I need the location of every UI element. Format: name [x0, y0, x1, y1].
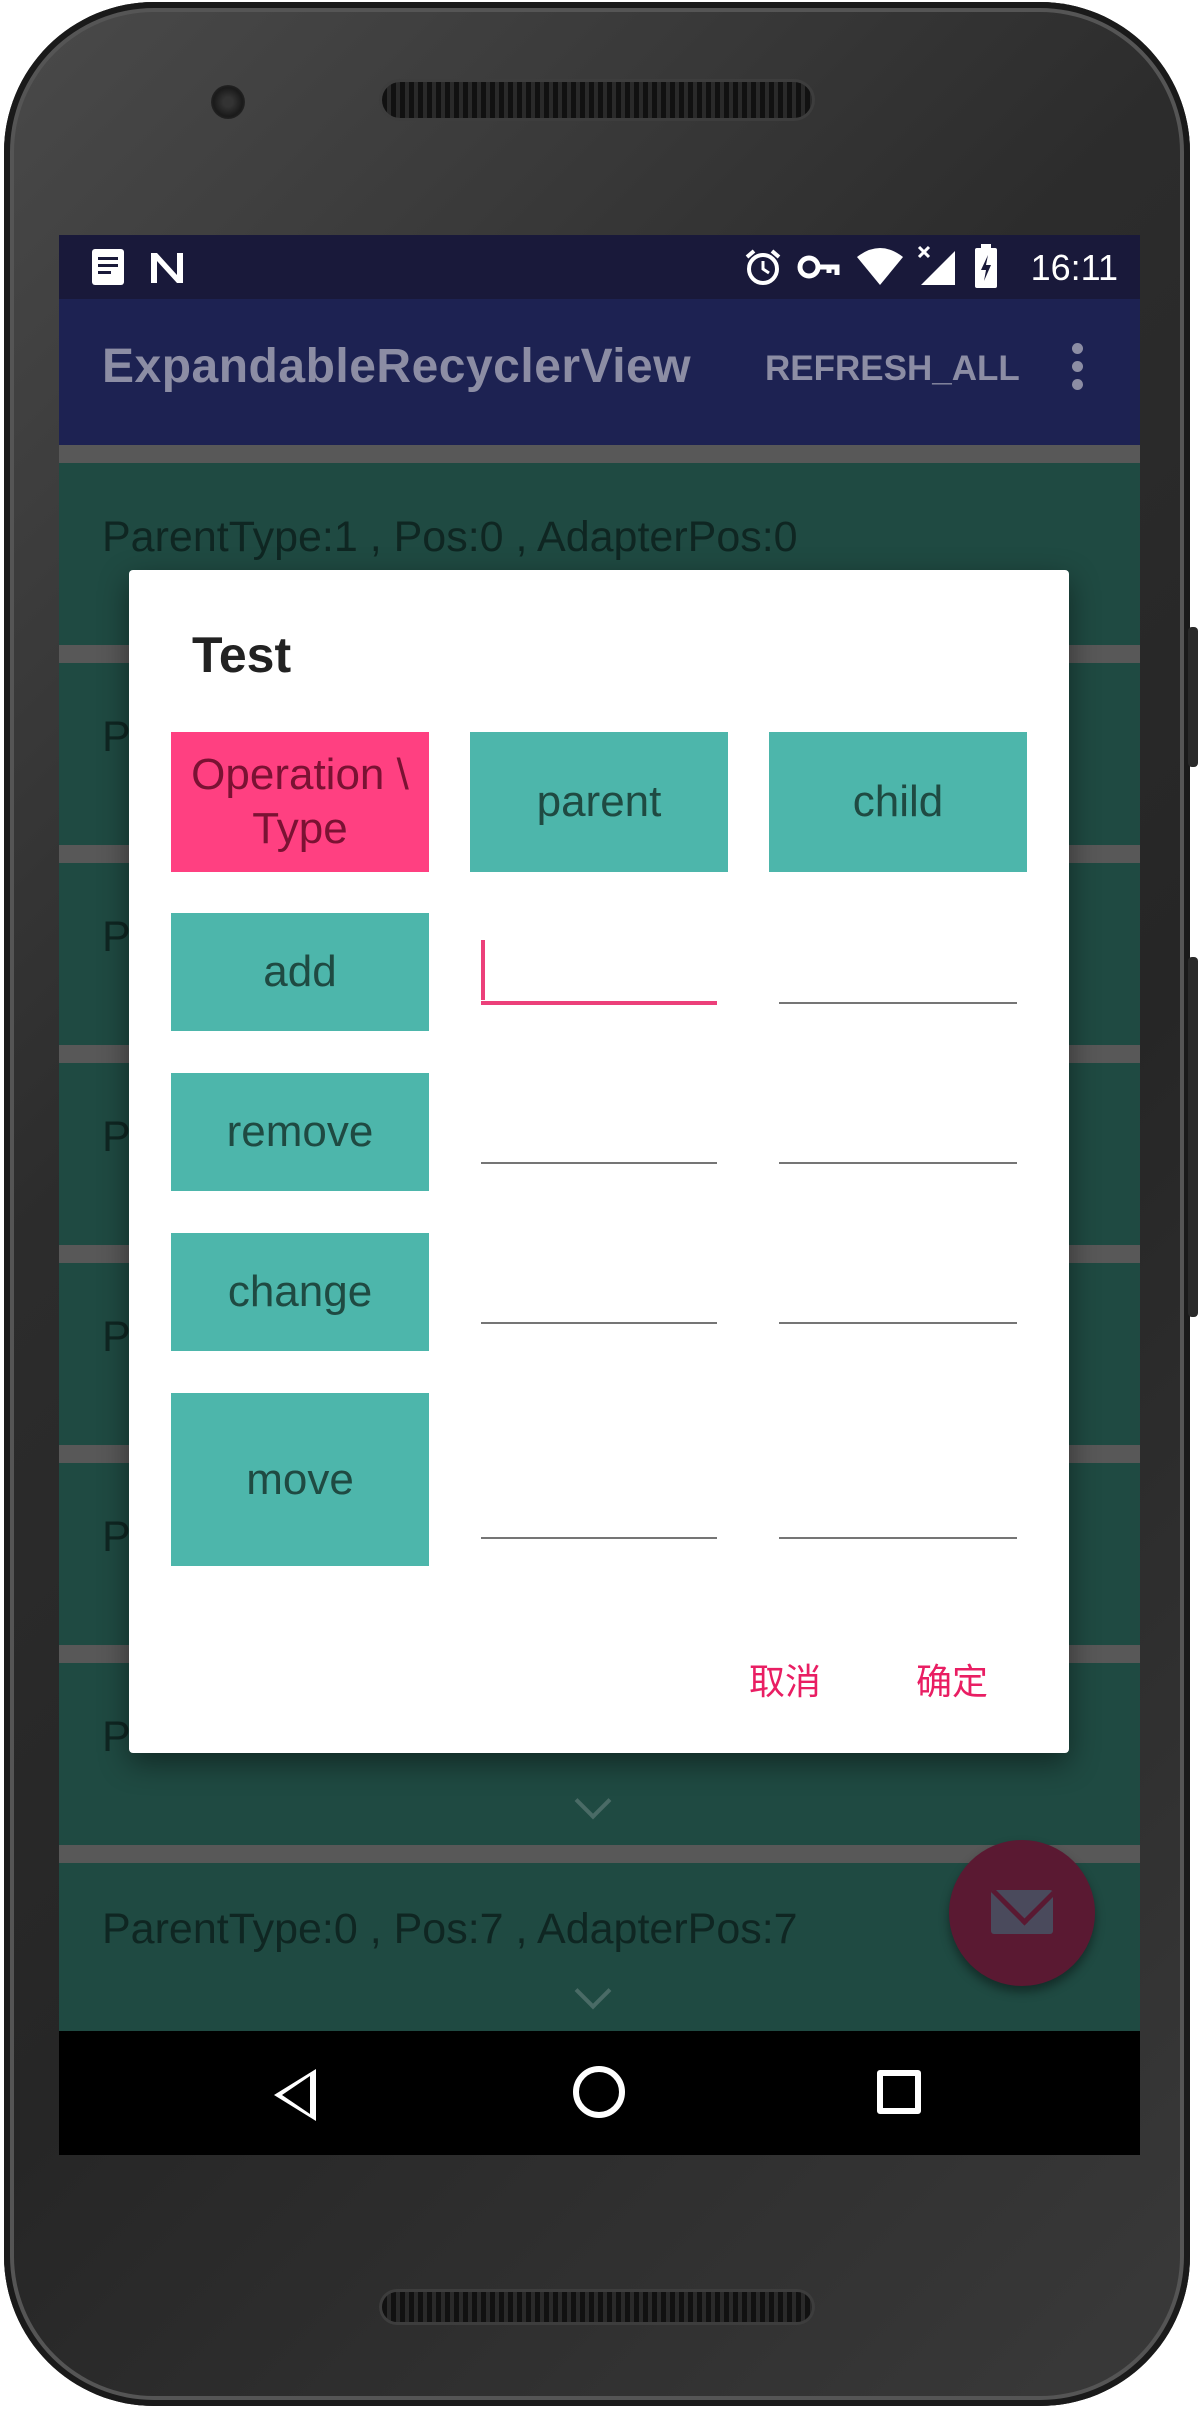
test-dialog: Test Operation \ Type parent child add r…: [129, 570, 1069, 1753]
change-parent-field[interactable]: [481, 1322, 717, 1324]
remove-parent-field[interactable]: [481, 1162, 717, 1164]
move-button[interactable]: move: [171, 1393, 429, 1566]
top-speaker: [382, 82, 812, 118]
screen: 16:11 ExpandableRecyclerView REFRESH_ALL…: [59, 235, 1140, 2155]
remove-button[interactable]: remove: [171, 1073, 429, 1191]
change-child-field[interactable]: [779, 1322, 1017, 1324]
change-button[interactable]: change: [171, 1233, 429, 1351]
remove-child-field[interactable]: [779, 1162, 1017, 1164]
cancel-button[interactable]: 取消: [749, 1653, 821, 1705]
phone-frame: 16:11 ExpandableRecyclerView REFRESH_ALL…: [4, 2, 1198, 2406]
power-button: [1188, 627, 1198, 767]
move-parent-field[interactable]: [481, 1537, 717, 1539]
volume-rocker: [1188, 957, 1198, 1317]
parent-column-button[interactable]: parent: [470, 732, 728, 872]
add-parent-field[interactable]: [481, 1001, 717, 1005]
text-cursor: [481, 940, 485, 1000]
child-column-button[interactable]: child: [769, 732, 1027, 872]
add-button[interactable]: add: [171, 913, 429, 1031]
front-camera: [211, 85, 245, 119]
confirm-button[interactable]: 确定: [916, 1653, 988, 1705]
dialog-title: Test: [192, 627, 292, 683]
operation-type-header: Operation \ Type: [171, 732, 429, 872]
move-child-field[interactable]: [779, 1537, 1017, 1539]
bottom-speaker: [382, 2292, 812, 2322]
add-child-field[interactable]: [779, 1002, 1017, 1004]
